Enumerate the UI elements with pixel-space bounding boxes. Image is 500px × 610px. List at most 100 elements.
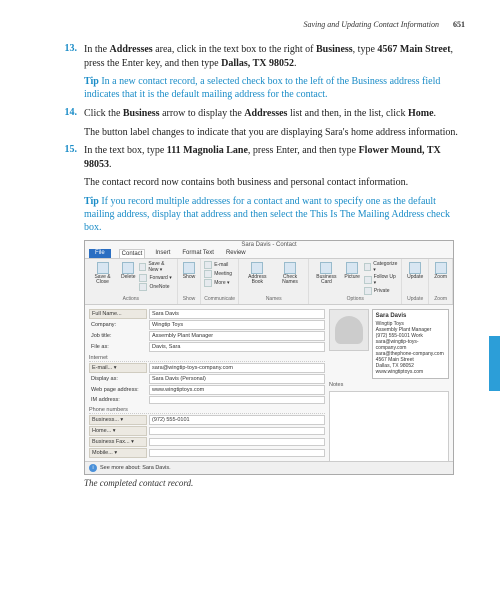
categorize-icon bbox=[364, 263, 371, 271]
step-text: In the text box, type 111 Magnolia Lane,… bbox=[84, 144, 465, 171]
more-button[interactable]: More ▾ bbox=[204, 279, 232, 287]
im-label: IM address: bbox=[89, 396, 147, 404]
info-icon: i bbox=[89, 464, 97, 472]
tab-file[interactable]: File bbox=[89, 249, 111, 258]
page-edge-tab bbox=[489, 336, 500, 391]
ribbon: Save & Close Delete Save & New ▾ Forward… bbox=[85, 259, 453, 305]
phone-business-input[interactable]: (972) 555-0101 bbox=[149, 415, 325, 425]
page-header: Saving and Updating Contact Information … bbox=[55, 20, 465, 29]
web-input[interactable]: www.wingtiptoys.com bbox=[149, 385, 325, 395]
phone-fax-input[interactable] bbox=[149, 438, 325, 446]
zoom-icon bbox=[435, 262, 447, 274]
silhouette-icon bbox=[335, 316, 363, 344]
window-title: Sara Davis - Contact bbox=[85, 241, 453, 249]
ribbon-group-update: Update Update bbox=[402, 259, 429, 304]
ribbon-tabs: File Contact Insert Format Text Review bbox=[85, 249, 453, 259]
display-as-input[interactable]: Sara Davis (Personal) bbox=[149, 374, 325, 384]
web-label: Web page address: bbox=[89, 386, 147, 394]
meeting-button[interactable]: Meeting bbox=[204, 270, 232, 278]
delete-button[interactable]: Delete bbox=[119, 261, 137, 281]
email-button[interactable]: E-mail bbox=[204, 261, 232, 269]
email-button[interactable]: E-mail... ▾ bbox=[89, 363, 147, 373]
job-title-input[interactable]: Assembly Plant Manager bbox=[149, 331, 325, 341]
step-text: Click the Business arrow to display the … bbox=[84, 107, 465, 121]
step-text: In the Addresses area, click in the text… bbox=[84, 43, 465, 70]
status-text: See more about: Sara Davis. bbox=[100, 465, 171, 471]
save-new-icon bbox=[139, 263, 146, 271]
ribbon-group-options: Business Card Picture Categorize ▾ Follo… bbox=[309, 259, 402, 304]
step-number: 14. bbox=[55, 107, 77, 121]
tip-2: Tip If you record multiple addresses for… bbox=[84, 195, 465, 234]
business-card-button[interactable]: Business Card bbox=[312, 261, 340, 286]
meeting-icon bbox=[204, 270, 212, 278]
phone-fax-button[interactable]: Business Fax... ▾ bbox=[89, 437, 147, 447]
file-as-input[interactable]: Davis, Sara bbox=[149, 342, 325, 352]
show-button[interactable]: Show bbox=[181, 261, 198, 281]
status-bar: i See more about: Sara Davis. bbox=[85, 461, 453, 474]
page-number: 651 bbox=[453, 20, 465, 29]
step-number: 15. bbox=[55, 144, 77, 171]
full-name-input[interactable]: Sara Davis bbox=[149, 309, 325, 319]
check-names-icon bbox=[284, 262, 296, 274]
ribbon-group-zoom: Zoom Zoom bbox=[429, 259, 453, 304]
tab-insert[interactable]: Insert bbox=[153, 249, 172, 258]
delete-icon bbox=[122, 262, 134, 274]
check-names-button[interactable]: Check Names bbox=[275, 261, 306, 286]
save-icon bbox=[97, 262, 109, 274]
picture-button[interactable]: Picture bbox=[342, 261, 362, 281]
paragraph: The contact record now contains both bus… bbox=[84, 176, 465, 190]
phone-mobile-button[interactable]: Mobile... ▾ bbox=[89, 448, 147, 458]
file-as-label: File as: bbox=[89, 343, 147, 351]
phone-home-input[interactable] bbox=[149, 427, 325, 435]
figure-caption: The completed contact record. bbox=[84, 478, 465, 488]
save-new-button[interactable]: Save & New ▾ bbox=[139, 261, 173, 273]
private-button[interactable]: Private bbox=[364, 287, 398, 295]
ribbon-group-actions: Save & Close Delete Save & New ▾ Forward… bbox=[85, 259, 178, 304]
phone-mobile-input[interactable] bbox=[149, 449, 325, 457]
im-input[interactable] bbox=[149, 396, 325, 404]
step-number: 13. bbox=[55, 43, 77, 70]
tip-1: Tip In a new contact record, a selected … bbox=[84, 75, 465, 101]
business-card-icon bbox=[320, 262, 332, 274]
update-button[interactable]: Update bbox=[405, 261, 425, 281]
internet-section: Internet bbox=[89, 355, 325, 362]
picture-icon bbox=[346, 262, 358, 274]
tab-format-text[interactable]: Format Text bbox=[180, 249, 216, 258]
address-book-icon bbox=[251, 262, 263, 274]
phones-section: Phone numbers bbox=[89, 407, 325, 414]
update-icon bbox=[409, 262, 421, 274]
business-card-preview[interactable]: Sara Davis Wingtip Toys Assembly Plant M… bbox=[372, 309, 449, 379]
full-name-button[interactable]: Full Name... bbox=[89, 309, 147, 319]
address-book-button[interactable]: Address Book bbox=[242, 261, 273, 286]
email-icon bbox=[204, 261, 212, 269]
phone-business-button[interactable]: Business... ▾ bbox=[89, 415, 147, 425]
ribbon-group-communicate: E-mail Meeting More ▾ Communicate bbox=[201, 259, 239, 304]
save-close-button[interactable]: Save & Close bbox=[88, 261, 117, 286]
job-title-label: Job title: bbox=[89, 332, 147, 340]
more-icon bbox=[204, 279, 212, 287]
email-input[interactable]: sara@wingtip-toys-company.com bbox=[149, 363, 325, 373]
forward-button[interactable]: Forward ▾ bbox=[139, 274, 173, 282]
company-label: Company: bbox=[89, 321, 147, 329]
forward-icon bbox=[139, 274, 147, 282]
lock-icon bbox=[364, 287, 372, 295]
notes-label: Notes bbox=[329, 382, 449, 388]
ribbon-group-show: Show Show bbox=[178, 259, 202, 304]
contact-window: Sara Davis - Contact File Contact Insert… bbox=[84, 240, 454, 475]
tab-contact[interactable]: Contact bbox=[119, 249, 146, 258]
flag-icon bbox=[364, 276, 372, 284]
follow-up-button[interactable]: Follow Up ▾ bbox=[364, 274, 398, 286]
show-icon bbox=[183, 262, 195, 274]
display-as-label: Display as: bbox=[89, 375, 147, 383]
contact-form: Full Name...Sara Davis Company:Wingtip T… bbox=[85, 305, 453, 475]
onenote-button[interactable]: OneNote bbox=[139, 283, 173, 291]
zoom-button[interactable]: Zoom bbox=[432, 261, 449, 281]
contact-photo[interactable] bbox=[329, 309, 369, 351]
categorize-button[interactable]: Categorize ▾ bbox=[364, 261, 398, 273]
company-input[interactable]: Wingtip Toys bbox=[149, 320, 325, 330]
onenote-icon bbox=[139, 283, 147, 291]
tab-review[interactable]: Review bbox=[224, 249, 248, 258]
step-14: 14. Click the Business arrow to display … bbox=[55, 107, 465, 121]
page: Saving and Updating Contact Information … bbox=[0, 0, 500, 498]
phone-home-button[interactable]: Home... ▾ bbox=[89, 426, 147, 436]
